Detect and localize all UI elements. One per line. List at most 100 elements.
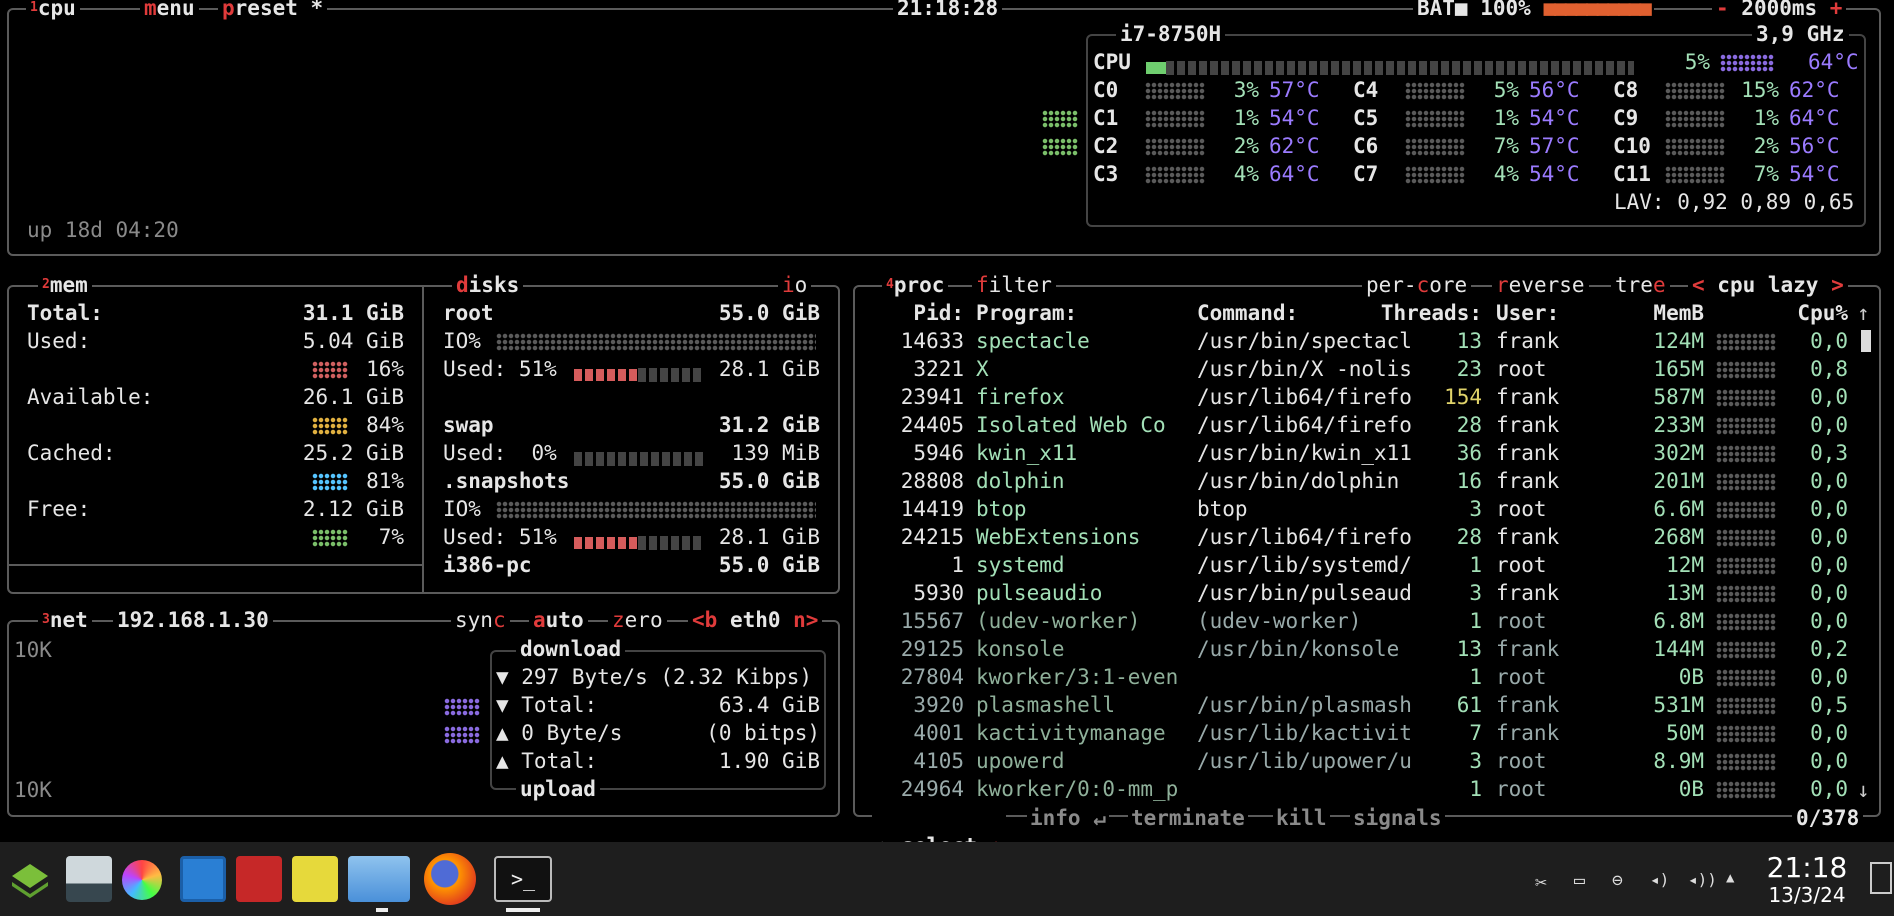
core-pct: 3% — [1233, 78, 1259, 102]
proc-scrollbar-thumb[interactable] — [1861, 330, 1871, 352]
proc-header-cpu[interactable]: Cpu% — [1770, 299, 1848, 327]
proc-reverse-toggle[interactable]: reverse — [1492, 272, 1589, 298]
show-desktop-icon[interactable] — [1870, 862, 1892, 894]
disk-root-used: Used: 51% — [443, 357, 557, 381]
desktop-icon[interactable] — [66, 856, 112, 902]
net-zero-toggle[interactable]: zero — [608, 607, 667, 633]
disks-tab[interactable]: disks — [452, 272, 524, 298]
mem-cell: 144M — [1653, 637, 1704, 661]
proc-scroll-down-icon[interactable]: ↓ — [1857, 776, 1870, 804]
program-cell: upowerd — [976, 749, 1065, 773]
cut-icon[interactable]: ✂ — [1535, 870, 1547, 894]
mem-total-label: Total: — [27, 301, 103, 325]
core-temp: 57°C — [1529, 134, 1580, 158]
core-temp: 62°C — [1789, 78, 1840, 102]
cpu-total-label: CPU — [1093, 50, 1131, 74]
firefox-icon[interactable] — [424, 853, 476, 905]
menu-button[interactable]: menu — [140, 0, 199, 21]
net-sync-toggle[interactable]: sync — [451, 607, 510, 633]
io-toggle[interactable]: io — [778, 272, 812, 298]
mem-cached-graph — [312, 473, 348, 491]
program-cell: btop — [976, 497, 1027, 521]
cpu-cell: 0,0 — [1810, 581, 1848, 605]
proc-header-program[interactable]: Program: — [976, 299, 1077, 327]
core-temp: 64°C — [1269, 162, 1320, 186]
cpu-graph-cell — [1716, 361, 1776, 379]
cpu-cell: 0,0 — [1810, 385, 1848, 409]
proc-tree-toggle[interactable]: tree — [1611, 272, 1670, 298]
net-auto-toggle[interactable]: auto — [529, 607, 588, 633]
discover-icon[interactable] — [180, 856, 226, 902]
mem-available-pct: 84% — [366, 413, 404, 437]
core-label: C1 — [1093, 106, 1119, 130]
program-cell: (udev-worker) — [976, 609, 1141, 633]
proc-header-command[interactable]: Command: — [1197, 299, 1298, 327]
pid-cell: 24964 — [900, 777, 964, 801]
display-icon[interactable]: ▭ — [1574, 870, 1585, 891]
core-pct: 2% — [1233, 134, 1259, 158]
color-picker-icon[interactable] — [122, 860, 162, 900]
disk-root-io-graph — [496, 333, 816, 351]
archive-icon[interactable] — [292, 856, 338, 902]
pid-cell: 14633 — [900, 329, 964, 353]
pid-cell: 29125 — [900, 637, 964, 661]
net-tab[interactable]: 3net — [38, 607, 92, 633]
net-upload-rate: ▲ 0 Byte/s — [496, 721, 623, 745]
threads-cell: 1 — [1469, 609, 1482, 633]
user-cell: root — [1496, 777, 1547, 801]
network-icon[interactable]: ⊖ — [1612, 870, 1623, 891]
mem-tab[interactable]: 2mem — [38, 272, 92, 298]
disk-snapshots-io-label: IO% — [443, 497, 481, 521]
command-cell: /usr/lib/upower/u — [1197, 749, 1412, 773]
mem-cell: 50M — [1666, 721, 1704, 745]
core-graph — [1405, 110, 1465, 128]
taskbar-clock[interactable]: 21:18 13/3/24 — [1762, 852, 1852, 907]
net-scale-top: 10K — [14, 638, 52, 662]
interval-control[interactable]: - 2000ms + — [1712, 0, 1847, 21]
disk-swap-name: swap — [443, 413, 494, 437]
proc-header-memb[interactable]: MemB — [1600, 299, 1704, 327]
tray-expand-icon[interactable]: ▲ — [1726, 870, 1734, 886]
cpu-total-pct: 5% — [1684, 50, 1710, 74]
pid-cell: 24215 — [900, 525, 964, 549]
user-cell: frank — [1496, 413, 1560, 437]
core-label: C6 — [1353, 134, 1379, 158]
terminal-red-icon[interactable] — [236, 856, 282, 902]
volume-icon[interactable]: ◂) — [1650, 870, 1669, 889]
app-launcher-icon[interactable] — [8, 860, 52, 900]
pid-cell: 1 — [951, 553, 964, 577]
proc-terminate-button[interactable]: terminate — [1128, 804, 1248, 832]
mem-cached-label: Cached: — [27, 441, 116, 465]
preset-button[interactable]: preset * — [218, 0, 328, 21]
volume-output-icon[interactable]: ◂)) — [1688, 870, 1717, 889]
proc-info-button[interactable]: info ↵ — [1027, 804, 1109, 832]
net-interface-selector[interactable]: <b eth0 n> — [688, 607, 823, 633]
konsole-icon[interactable]: >_ — [494, 856, 552, 902]
proc-filter[interactable]: filter — [972, 272, 1056, 298]
file-manager-icon[interactable] — [348, 856, 410, 902]
mem-cell: 302M — [1653, 441, 1704, 465]
cpu-frequency: 3,9 GHz — [1752, 21, 1849, 47]
proc-per-core-toggle[interactable]: per-core — [1362, 272, 1472, 298]
user-cell: root — [1496, 749, 1547, 773]
mem-available-graph — [312, 417, 348, 435]
core-label: C11 — [1613, 162, 1651, 186]
proc-header-user[interactable]: User: — [1496, 299, 1559, 327]
cpu-tab[interactable]: 1cpu — [26, 0, 80, 21]
mem-cached-value: 25.2 GiB — [302, 441, 404, 465]
proc-tab[interactable]: 4proc — [882, 272, 949, 298]
disk-swap-size: 31.2 GiB — [718, 413, 820, 437]
proc-signals-button[interactable]: signals — [1350, 804, 1445, 832]
proc-header-pid[interactable]: Pid: — [870, 299, 964, 327]
cpu-graph-cell — [1716, 725, 1776, 743]
load-average: LAV: 0,92 0,89 0,65 — [1614, 190, 1855, 214]
proc-sort-selector[interactable]: < cpu lazy > — [1688, 272, 1848, 298]
proc-scroll-up-icon[interactable]: ↑ — [1857, 299, 1870, 327]
pid-cell: 5930 — [913, 581, 964, 605]
mem-available-label: Available: — [27, 385, 154, 409]
proc-kill-button[interactable]: kill — [1273, 804, 1330, 832]
mem-used-value: 5.04 GiB — [302, 329, 404, 353]
proc-header-threads[interactable]: Threads: — [1360, 299, 1482, 327]
disk-i386-name: i386-pc — [443, 553, 532, 577]
disk-swap-used-size: 139 MiB — [731, 441, 820, 465]
